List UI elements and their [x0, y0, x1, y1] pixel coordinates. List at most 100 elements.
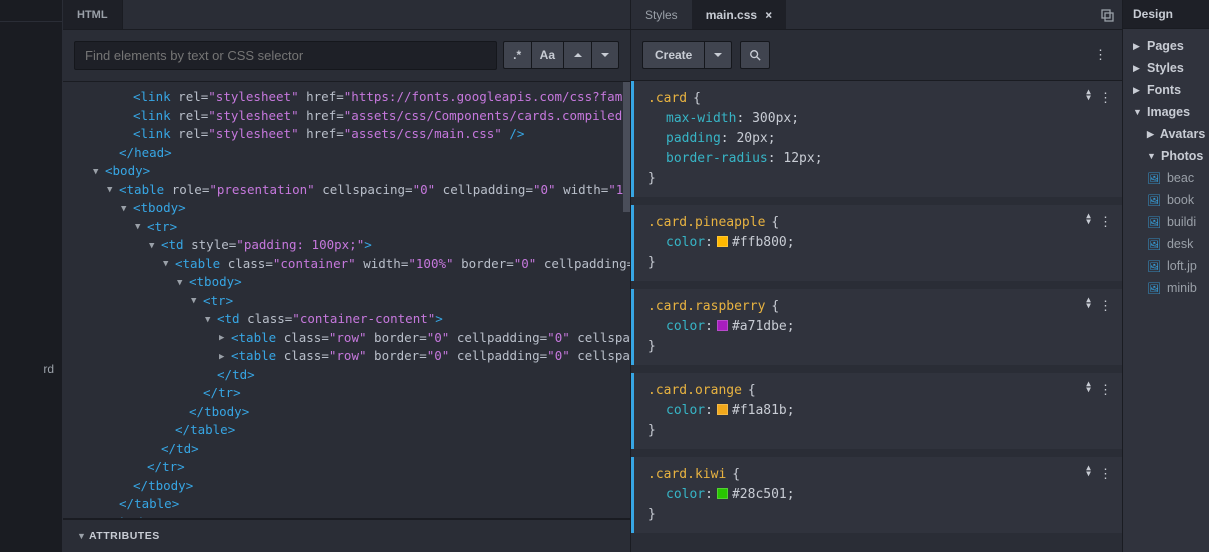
more-icon[interactable]: ⋮	[1099, 381, 1112, 401]
dom-node[interactable]: </tbody>	[75, 477, 630, 496]
design-file[interactable]: 🖼desk	[1123, 233, 1209, 255]
expand-icon[interactable]	[121, 107, 131, 125]
file-icon: 🖼	[1147, 260, 1161, 273]
expand-icon[interactable]	[191, 385, 201, 403]
design-file[interactable]: 🖼beac	[1123, 167, 1209, 189]
more-icon[interactable]: ⋮	[1099, 465, 1112, 485]
dom-node[interactable]: ▶<table class="row" border="0" cellpaddi…	[75, 347, 630, 366]
attributes-panel-header[interactable]: ▼ ATTRIBUTES	[63, 518, 630, 552]
expand-icon[interactable]	[205, 366, 215, 384]
close-icon[interactable]: ×	[765, 8, 772, 22]
create-button[interactable]: Create	[642, 41, 704, 69]
dom-node[interactable]: </tbody>	[75, 403, 630, 422]
reorder-icon[interactable]: ▲▼	[1086, 297, 1091, 317]
expand-icon[interactable]: ▼	[163, 255, 173, 273]
dom-node[interactable]: ▼<body>	[75, 162, 630, 181]
design-file[interactable]: 🖼book	[1123, 189, 1209, 211]
dom-node[interactable]: </head>	[75, 144, 630, 163]
expand-icon[interactable]	[135, 459, 145, 477]
expand-icon[interactable]	[93, 514, 103, 518]
design-file[interactable]: 🖼minib	[1123, 277, 1209, 299]
reorder-icon[interactable]: ▲▼	[1086, 381, 1091, 401]
css-rule[interactable]: ▲▼ ⋮ .card.orange { color:#f1a81b; }	[631, 373, 1122, 449]
css-rule[interactable]: ▲▼ ⋮ .card.pineapple { color:#ffb800; }	[631, 205, 1122, 281]
design-file[interactable]: 🖼buildi	[1123, 211, 1209, 233]
dom-node[interactable]: ▼<tbody>	[75, 199, 630, 218]
dom-node[interactable]: </tr>	[75, 384, 630, 403]
expand-icon[interactable]	[107, 144, 117, 162]
dom-node[interactable]: ▼<td style="padding: 100px;">	[75, 236, 630, 255]
dom-node[interactable]: </table>	[75, 421, 630, 440]
more-icon[interactable]: ⋮	[1090, 43, 1111, 67]
tab-styles[interactable]: Styles	[631, 0, 692, 29]
css-rule[interactable]: ▲▼ ⋮ .card.raspberry { color:#a71dbe; }	[631, 289, 1122, 365]
expand-icon[interactable]	[107, 496, 117, 514]
case-button[interactable]: Aa	[531, 41, 563, 69]
dom-node[interactable]: ▼<tbody>	[75, 273, 630, 292]
create-dropdown-button[interactable]	[704, 41, 732, 69]
dom-node[interactable]: <link rel="stylesheet" href="assets/css/…	[75, 125, 630, 144]
search-styles-button[interactable]	[740, 41, 770, 69]
expand-icon[interactable]	[149, 440, 159, 458]
design-subsection[interactable]: ▼Photos	[1123, 145, 1209, 167]
color-swatch[interactable]	[717, 404, 728, 415]
design-section[interactable]: ▶Styles	[1123, 57, 1209, 79]
dom-node[interactable]: </tr>	[75, 458, 630, 477]
dom-node[interactable]: ▼<td class="container-content">	[75, 310, 630, 329]
design-file[interactable]: 🖼loft.jp	[1123, 255, 1209, 277]
expand-icon[interactable]: ▼	[135, 218, 145, 236]
expand-icon[interactable]	[121, 89, 131, 107]
expand-icon[interactable]: ▼	[121, 200, 131, 218]
dom-tree[interactable]: <link rel="stylesheet" href="https://fon…	[63, 82, 630, 518]
styles-tab-strip: Styles main.css ×	[631, 0, 1122, 30]
dom-node[interactable]: ▼<tr>	[75, 218, 630, 237]
expand-icon[interactable]: ▶	[219, 329, 229, 347]
more-icon[interactable]: ⋮	[1099, 297, 1112, 317]
dom-node[interactable]: </td>	[75, 440, 630, 459]
copy-icon[interactable]	[1092, 0, 1122, 29]
scrollbar[interactable]	[623, 82, 630, 212]
expand-icon[interactable]	[121, 126, 131, 144]
expand-icon[interactable]: ▼	[191, 292, 201, 310]
next-match-button[interactable]	[591, 41, 619, 69]
color-swatch[interactable]	[717, 488, 728, 499]
color-swatch[interactable]	[717, 236, 728, 247]
expand-icon[interactable]	[163, 422, 173, 440]
css-rules-list[interactable]: ▲▼ ⋮ .card { max-width: 300px;padding: 2…	[631, 81, 1122, 552]
expand-icon[interactable]: ▶	[219, 348, 229, 366]
dom-node[interactable]: ▼<tr>	[75, 292, 630, 311]
design-section[interactable]: ▶Fonts	[1123, 79, 1209, 101]
reorder-icon[interactable]: ▲▼	[1086, 89, 1091, 109]
design-subsection[interactable]: ▶Avatars	[1123, 123, 1209, 145]
expand-icon[interactable]: ▼	[107, 181, 117, 199]
css-rule[interactable]: ▲▼ ⋮ .card { max-width: 300px;padding: 2…	[631, 81, 1122, 197]
dom-node[interactable]: <link rel="stylesheet" href="https://fon…	[75, 88, 630, 107]
expand-icon[interactable]: ▼	[93, 163, 103, 181]
reorder-icon[interactable]: ▲▼	[1086, 213, 1091, 233]
expand-icon[interactable]	[121, 477, 131, 495]
dom-node[interactable]: ▼<table class="container" width="100%" b…	[75, 255, 630, 274]
dom-node[interactable]: </td>	[75, 366, 630, 385]
search-input[interactable]	[74, 41, 497, 70]
dom-node[interactable]: <link rel="stylesheet" href="assets/css/…	[75, 107, 630, 126]
color-swatch[interactable]	[717, 320, 728, 331]
dom-node[interactable]: </table>	[75, 495, 630, 514]
expand-icon[interactable]: ▼	[177, 274, 187, 292]
css-rule[interactable]: ▲▼ ⋮ .card.kiwi { color:#28c501; }	[631, 457, 1122, 533]
more-icon[interactable]: ⋮	[1099, 213, 1112, 233]
expand-icon[interactable]	[177, 403, 187, 421]
tab-maincss[interactable]: main.css ×	[692, 0, 787, 29]
tab-html[interactable]: HTML	[63, 0, 123, 29]
design-tree[interactable]: ▶Pages▶Styles▶Fonts▼Images▶Avatars▼Photo…	[1123, 29, 1209, 305]
dom-node[interactable]: ▶<table class="row" border="0" cellpaddi…	[75, 329, 630, 348]
dom-node[interactable]: </body>	[75, 514, 630, 519]
reorder-icon[interactable]: ▲▼	[1086, 465, 1091, 485]
regex-button[interactable]: .*	[503, 41, 531, 69]
more-icon[interactable]: ⋮	[1099, 89, 1112, 109]
expand-icon[interactable]: ▼	[205, 311, 215, 329]
design-section[interactable]: ▶Pages	[1123, 35, 1209, 57]
design-section[interactable]: ▼Images	[1123, 101, 1209, 123]
dom-node[interactable]: ▼<table role="presentation" cellspacing=…	[75, 181, 630, 200]
prev-match-button[interactable]	[563, 41, 591, 69]
expand-icon[interactable]: ▼	[149, 237, 159, 255]
